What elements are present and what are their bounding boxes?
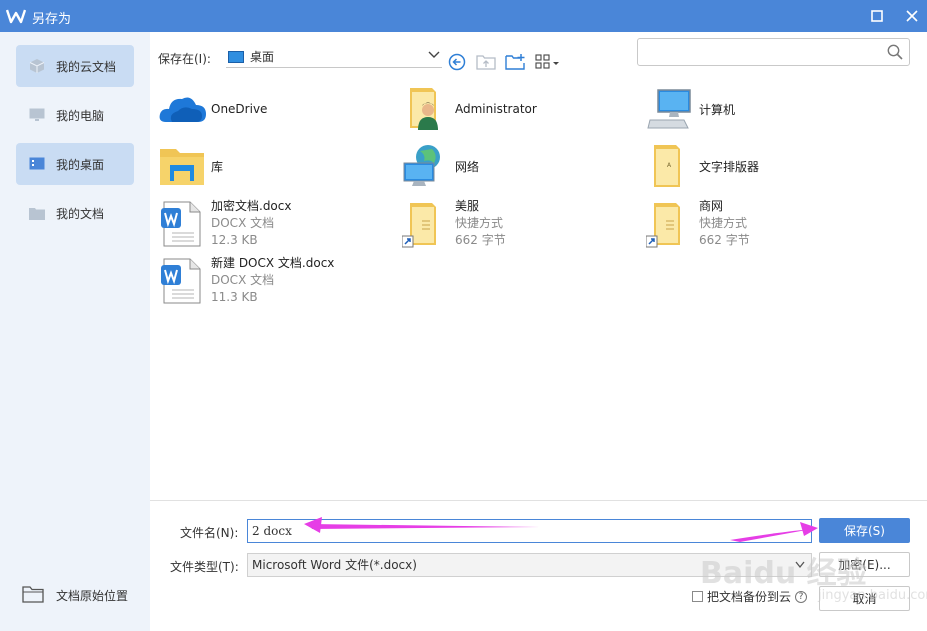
sidebar: 我的云文档 我的电脑 我的桌面 我的文档 文档原始位置 (0, 32, 150, 631)
original-location-link[interactable]: 文档原始位置 (22, 585, 128, 606)
sidebar-item-cloud-docs[interactable]: 我的云文档 (16, 45, 134, 87)
sidebar-item-label: 我的桌面 (56, 157, 105, 172)
file-name: OneDrive (211, 102, 268, 116)
wps-logo-icon (6, 9, 26, 24)
file-size: 11.3 KB (211, 290, 258, 304)
new-folder-icon (505, 54, 525, 70)
maximize-icon (871, 10, 883, 22)
cancel-button[interactable]: 取消 (819, 586, 910, 611)
file-name: 商网 (699, 199, 724, 213)
computer-icon (646, 84, 696, 134)
chevron-down-icon (795, 561, 805, 569)
file-item-computer[interactable]: 计算机 (646, 84, 735, 134)
folder-icon: A (646, 141, 696, 191)
chevron-down-icon (428, 51, 440, 58)
encrypt-button[interactable]: 加密(E)... (819, 552, 910, 577)
search-icon (887, 44, 903, 60)
onedrive-cloud-icon (158, 84, 208, 134)
word-doc-icon (158, 199, 208, 249)
file-item-new-docx[interactable]: 新建 DOCX 文档.docx DOCX 文档 11.3 KB (158, 255, 334, 306)
back-button[interactable] (446, 52, 468, 72)
checkbox-box (692, 591, 703, 602)
file-item-onedrive[interactable]: OneDrive (158, 84, 267, 134)
shortcut-folder-icon (645, 199, 696, 249)
folder-icon (28, 205, 46, 221)
file-name: Administrator (455, 102, 537, 116)
sidebar-item-label: 我的云文档 (56, 59, 117, 74)
desktop-icon (228, 50, 244, 63)
shortcut-folder-icon (401, 199, 452, 249)
sidebar-item-my-documents[interactable]: 我的文档 (16, 192, 134, 234)
original-location-label: 文档原始位置 (56, 589, 129, 603)
save-in-label: 保存在(I): (158, 52, 211, 66)
file-name: 新建 DOCX 文档.docx (211, 256, 335, 270)
cloud-backup-label: 把文档备份到云 (707, 590, 792, 604)
file-item-text-layout[interactable]: A 文字排版器 (646, 141, 759, 191)
word-doc-icon (158, 256, 208, 306)
close-button[interactable] (900, 4, 924, 28)
up-folder-icon (476, 55, 496, 70)
filetype-label: 文件类型(T): (170, 560, 239, 574)
cloud-backup-checkbox[interactable]: 把文档备份到云 ? (692, 588, 808, 605)
file-name: 加密文档.docx (211, 199, 292, 213)
view-menu-button[interactable] (534, 52, 562, 72)
file-item-meifu[interactable]: 美服 快捷方式 662 字节 (401, 198, 506, 249)
help-icon[interactable]: ? (795, 590, 808, 603)
filetype-value: Microsoft Word 文件(*.docx) (252, 558, 417, 572)
save-in-value: 桌面 (250, 50, 275, 64)
file-item-network[interactable]: 网络 (402, 141, 479, 191)
grid-view-icon (535, 54, 559, 69)
sidebar-item-my-computer[interactable]: 我的电脑 (16, 94, 134, 136)
search-input[interactable] (637, 38, 910, 66)
file-type: DOCX 文档 (211, 216, 275, 230)
save-in-dropdown[interactable]: 桌面 (226, 46, 442, 68)
cloud-cube-icon (28, 58, 46, 74)
filename-label: 文件名(N): (180, 526, 239, 540)
file-size: 662 字节 (699, 233, 750, 247)
folder-outline-icon (22, 585, 44, 606)
monitor-icon (28, 107, 46, 123)
new-folder-button[interactable] (504, 52, 526, 72)
toolbar: 保存在(I): 桌面 (150, 32, 927, 84)
maximize-button[interactable] (865, 4, 889, 28)
file-name: 文字排版器 (699, 159, 760, 174)
file-name: 计算机 (699, 102, 736, 117)
sidebar-item-my-desktop[interactable]: 我的桌面 (16, 143, 134, 185)
library-folder-icon (158, 141, 208, 191)
file-size: 12.3 KB (211, 233, 258, 247)
file-item-shangwang[interactable]: 商网 快捷方式 662 字节 (645, 198, 750, 249)
title-bar: 另存为 (0, 0, 927, 32)
save-form: 文件名(N): 2 docx 保存(S) 文件类型(T): Microsoft … (150, 500, 927, 631)
up-folder-button[interactable] (475, 52, 497, 72)
file-name: 库 (211, 159, 224, 174)
close-icon (906, 10, 918, 22)
window-title: 另存为 (32, 12, 72, 27)
sidebar-item-label: 我的电脑 (56, 108, 105, 123)
desktop-icon (28, 156, 46, 172)
file-item-library[interactable]: 库 (158, 141, 223, 191)
file-type: 快捷方式 (455, 216, 504, 230)
file-name: 网络 (455, 159, 480, 174)
file-name: 美服 (455, 199, 480, 213)
file-type: 快捷方式 (699, 216, 748, 230)
user-folder-icon (402, 84, 452, 134)
file-list: OneDrive Administrator 计算机 库 网络 A 文字排版器 (150, 84, 927, 500)
back-arrow-icon (448, 53, 466, 71)
file-size: 662 字节 (455, 233, 506, 247)
network-globe-icon (402, 141, 452, 191)
file-type: DOCX 文档 (211, 273, 275, 287)
file-item-administrator[interactable]: Administrator (402, 84, 537, 134)
filename-input[interactable]: 2 docx (247, 519, 812, 543)
save-button[interactable]: 保存(S) (819, 518, 910, 543)
filetype-select[interactable]: Microsoft Word 文件(*.docx) (247, 553, 812, 577)
file-item-encrypted-doc[interactable]: 加密文档.docx DOCX 文档 12.3 KB (158, 198, 291, 249)
sidebar-item-label: 我的文档 (56, 206, 105, 221)
